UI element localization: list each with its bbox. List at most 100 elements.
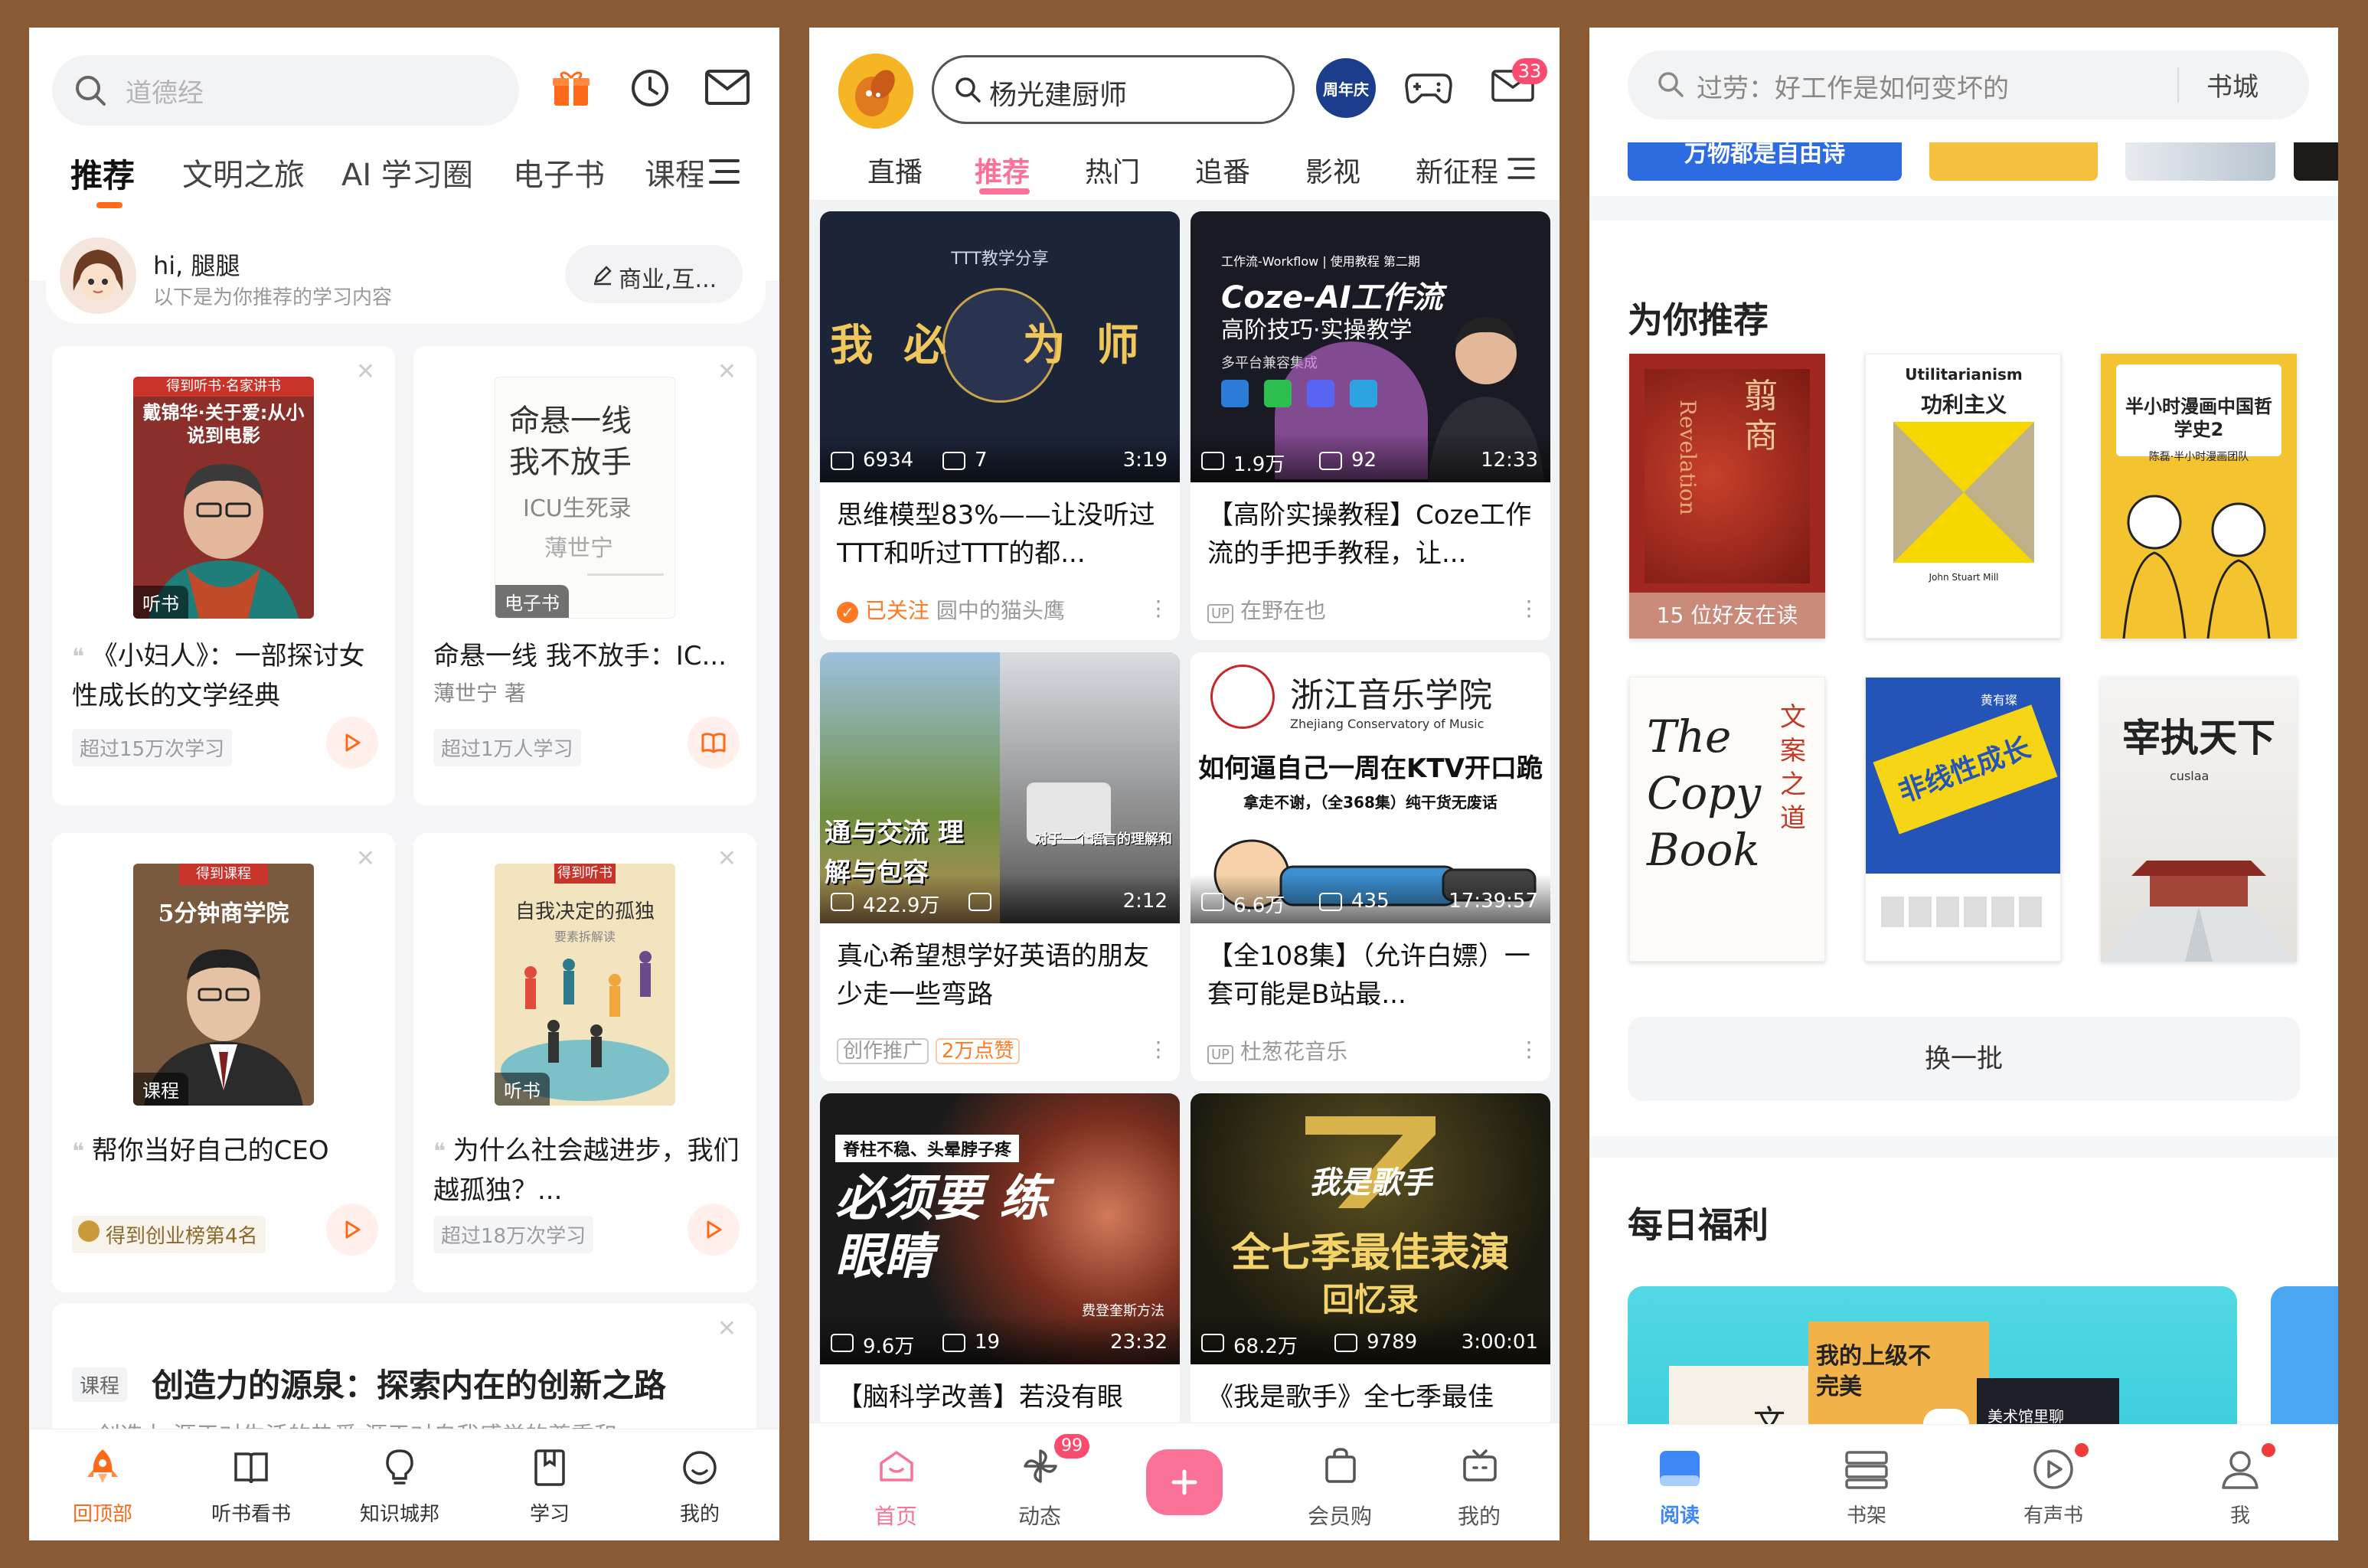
search-bar[interactable]: 过劳：好工作是如何变坏的 书城 (1628, 51, 2309, 119)
video-card[interactable]: 我是歌手 全七季最佳表演 回忆录 68.2万 9789 3:00:01 《我是歌… (1191, 1093, 1550, 1430)
avatar[interactable] (838, 54, 913, 129)
tab-movies[interactable]: 影视 (1305, 150, 1360, 190)
content-card[interactable]: ✕ 得到听书 自我决定的孤独 要素拆解读 听书 ❝ 为什么社会越进步，我们越孤独… (413, 833, 756, 1292)
content-card[interactable]: ✕ 得到听书·名家讲书 戴锦华·关于爱:从小说到电影 听书 ❝ 《小妇人》：一部… (52, 346, 395, 805)
close-icon[interactable]: ✕ (356, 358, 375, 385)
search-icon (952, 74, 983, 105)
thumbnail-top-text: 我是歌手 (1309, 1165, 1432, 1200)
nav-knowledge-city[interactable]: 知识城邦 (331, 1429, 469, 1540)
danmaku-count: 7 (975, 449, 988, 472)
nav-me[interactable]: 我 (2179, 1425, 2301, 1540)
uploader-info[interactable]: ✓ 已关注 圆中的猫头鹰 (837, 594, 1065, 625)
course-tag: 课程 (72, 1367, 128, 1402)
greeting-card: hi, 腿腿 以下是为你推荐的学习内容 商业,互... (46, 228, 766, 323)
play-button[interactable] (326, 717, 378, 769)
up-icon: UP (1207, 604, 1234, 623)
thumbnail-subtitle: TTT教学分享 (951, 250, 1049, 269)
book-cover[interactable]: 非线性成长 黄有璨 (1865, 677, 2061, 962)
shopping-bag-icon (1321, 1446, 1360, 1486)
close-icon[interactable]: ✕ (717, 358, 737, 385)
play-count-icon (831, 452, 854, 470)
search-bar[interactable]: 杨光建厨师 (932, 55, 1295, 124)
message-count-badge: 33 (1512, 58, 1547, 84)
video-title: 【高阶实操教程】Coze工作流的手把手教程，让... (1207, 500, 1532, 569)
book-icon (233, 1446, 269, 1489)
book-cover[interactable]: 翦商 Revelation 15 位好友在读 (1629, 354, 1825, 639)
close-icon[interactable]: ✕ (356, 845, 375, 872)
video-card[interactable]: 脊柱不稳、头晕脖子疼 必须要 练眼睛 费登奎斯方法 9.6万 19 23:32 … (820, 1093, 1180, 1430)
play-button[interactable] (326, 1204, 378, 1256)
uploader-info[interactable]: 创作推广 2万点赞 (837, 1035, 1021, 1064)
nav-back-to-top[interactable]: 回顶部 (34, 1429, 171, 1540)
nav-read[interactable]: 阅读 (1618, 1425, 1741, 1540)
more-options-icon[interactable]: ⋮ (1148, 1037, 1169, 1062)
avatar[interactable] (60, 237, 136, 314)
video-card[interactable]: 浙江音乐学院 Zhejiang Conservatory of Music 如何… (1191, 652, 1550, 1081)
close-icon[interactable]: ✕ (717, 1315, 737, 1342)
banner-card[interactable] (2294, 142, 2338, 181)
book-cover[interactable]: 宰执天下 cuslaa (2101, 677, 2297, 962)
video-card[interactable]: TTT教学分享 我必 为师 6934 7 3:19 思维模型83%——让没听过T… (820, 211, 1180, 640)
user-icon (2217, 1448, 2263, 1491)
nav-mine[interactable]: 我的 (1422, 1423, 1537, 1540)
book-cover[interactable]: The Copy Book 文案之道 (1629, 677, 1825, 962)
tab-hot[interactable]: 热门 (1085, 150, 1140, 190)
tab-ai-circle[interactable]: AI 学习圈 (341, 150, 473, 194)
more-options-icon[interactable]: ⋮ (1518, 1037, 1540, 1062)
banner-card[interactable] (1929, 142, 2098, 181)
nav-dynamics[interactable]: 99 动态 (982, 1423, 1097, 1540)
interest-chip[interactable]: 商业,互... (565, 245, 743, 303)
close-icon[interactable]: ✕ (717, 845, 737, 872)
uploader-info[interactable]: UP 在野在也 (1207, 594, 1326, 625)
video-stats: 68.2万 9789 3:00:01 (1191, 1315, 1550, 1364)
refresh-button[interactable]: 换一批 (1628, 1017, 2300, 1101)
banner-card[interactable] (2125, 142, 2275, 181)
more-options-icon[interactable]: ⋮ (1148, 596, 1169, 621)
video-card[interactable]: 工作流-Workflow | 使用教程 第二期 Coze-AI工作流 高阶技巧·… (1191, 211, 1550, 640)
mail-icon[interactable] (704, 69, 750, 106)
nav-mall[interactable]: 会员购 (1282, 1423, 1397, 1540)
more-options-icon[interactable]: ⋮ (1518, 596, 1540, 621)
gift-icon[interactable] (550, 67, 593, 110)
bookstore-link[interactable]: 书城 (2206, 66, 2259, 103)
bookmark-book-icon (531, 1446, 568, 1489)
tab-anime[interactable]: 追番 (1195, 150, 1250, 190)
read-button[interactable] (688, 717, 740, 769)
content-card[interactable]: ✕ 得到课程 5分钟商学院 课程 ❝ 帮你当好自己的CEO 得到创业榜第4名 (52, 833, 395, 1292)
menu-icon[interactable] (703, 150, 746, 193)
tab-live[interactable]: 直播 (867, 150, 923, 190)
thumbnail-title: 必须要 练眼睛 (835, 1171, 1049, 1285)
menu-icon[interactable] (1504, 152, 1538, 185)
video-title: 思维模型83%——让没听过TTT和听过TTT的都... (837, 500, 1155, 569)
nav-listen-read[interactable]: 听书看书 (182, 1429, 320, 1540)
category-tabs: 推荐 文明之旅 AI 学习圈 电子书 课程 (29, 150, 779, 211)
book-cover[interactable]: Utilitarianism 功利主义 John Stuart Mill (1865, 354, 2061, 639)
uploader-info[interactable]: UP 杜葱花音乐 (1207, 1035, 1347, 1066)
nav-audiobook[interactable]: 有声书 (1992, 1425, 2115, 1540)
tab-recommend[interactable]: 推荐 (70, 150, 135, 197)
banner-card[interactable]: 万物都是自由诗 (1628, 142, 1902, 181)
book-cover[interactable]: 半小时漫画中国哲学史2 陈磊·半小时漫画团队 (2101, 354, 2297, 639)
tab-ebook[interactable]: 电子书 (513, 150, 605, 194)
danmaku-count: 92 (1351, 449, 1377, 472)
search-bar[interactable]: 道德经 (52, 55, 519, 126)
history-icon[interactable] (628, 66, 672, 110)
anniversary-badge[interactable]: 周年庆 (1316, 58, 1376, 118)
cover-title: 命悬一线 我不放手 (509, 403, 632, 480)
tab-civilization[interactable]: 文明之旅 (182, 150, 305, 194)
thumbnail-top-text: 浙江音乐学院 (1290, 676, 1492, 715)
tab-course[interactable]: 课程 (645, 150, 706, 194)
nav-mine[interactable]: 我的 (631, 1429, 769, 1540)
video-card[interactable]: 通与交流 理解与包容 对于一个语言的理解和 422.9万 2:12 真心希望想学… (820, 652, 1180, 1081)
tab-recommend[interactable]: 推荐 (975, 150, 1030, 190)
audio-play-icon (2030, 1448, 2076, 1491)
nav-home[interactable]: 首页 (838, 1423, 953, 1540)
play-button[interactable] (688, 1204, 740, 1256)
tab-new-journey[interactable]: 新征程 (1416, 150, 1503, 190)
nav-study[interactable]: 学习 (481, 1429, 619, 1540)
wechat-read-screen: 过劳：好工作是如何变坏的 书城 万物都是自由诗 为你推荐 翦商 Revelati… (1589, 28, 2338, 1540)
content-card[interactable]: ✕ 命悬一线 我不放手 ICU生死录 薄世宁 电子书 命悬一线 我不放手：IC.… (413, 346, 756, 805)
nav-bookshelf[interactable]: 书架 (1805, 1425, 1928, 1540)
publish-button[interactable] (1146, 1449, 1223, 1515)
game-controller-icon[interactable] (1403, 67, 1454, 107)
